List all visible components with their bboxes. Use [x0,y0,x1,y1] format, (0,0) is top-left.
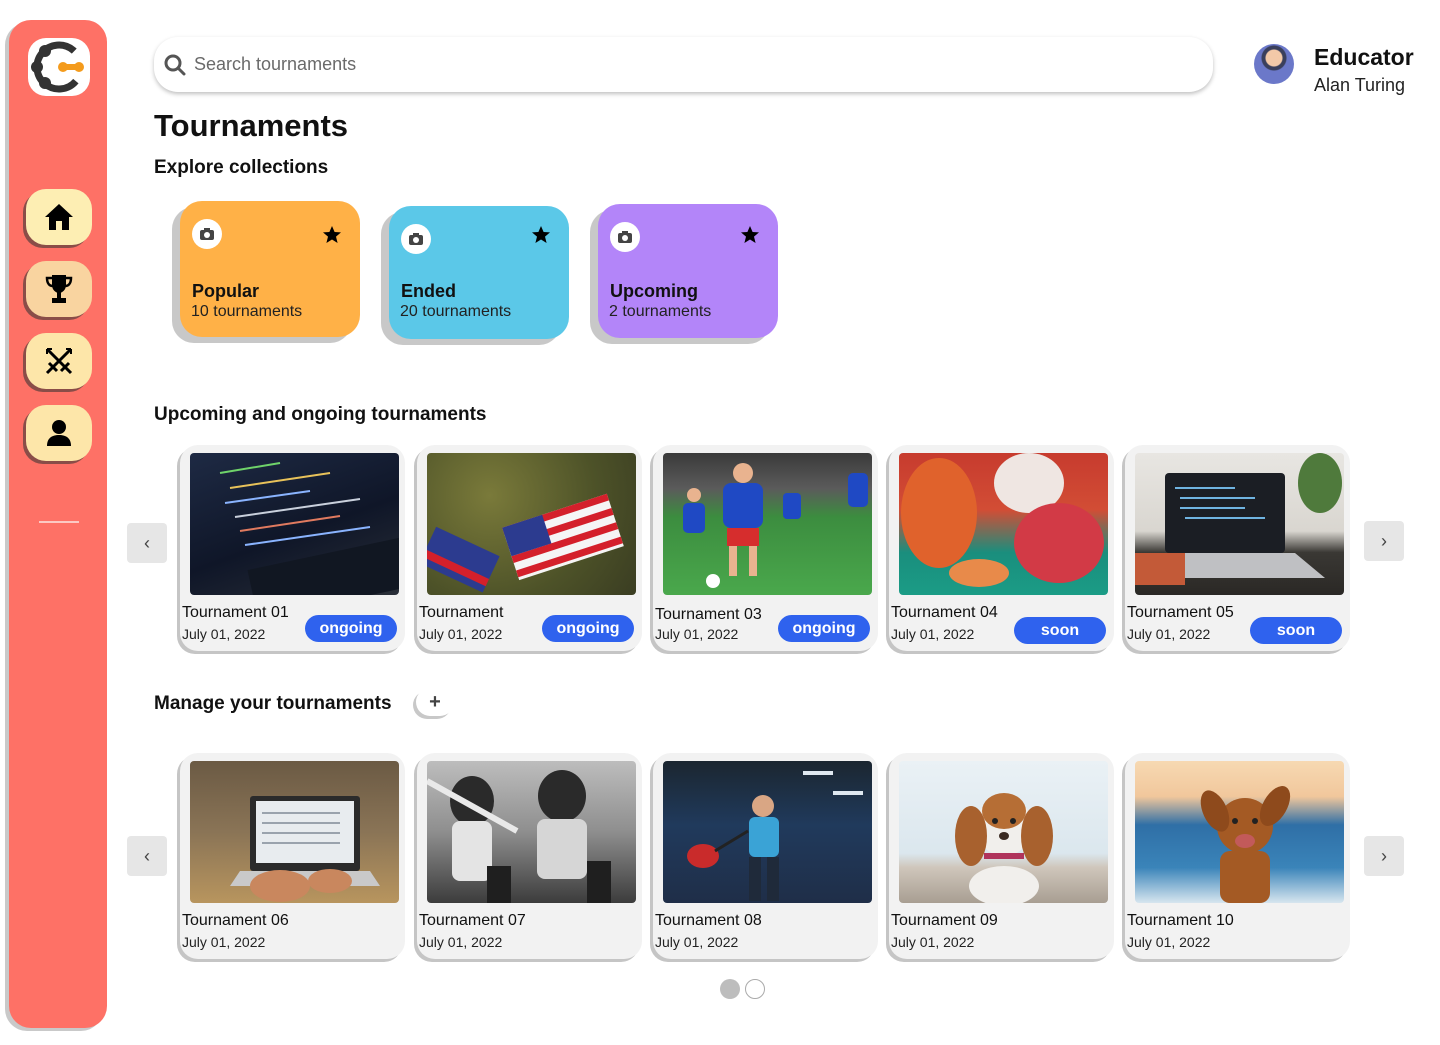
collection-card-popular[interactable]: Popular 10 tournaments [180,201,360,337]
tournament-card[interactable]: Tournament July 01, 2022 ongoing [417,445,642,651]
trophy-icon [45,275,73,303]
chevron-left-icon: ‹ [144,532,150,553]
tournament-name: Tournament 10 [1127,912,1234,929]
sidebar-item-profile[interactable] [26,405,92,461]
tournament-card[interactable]: Tournament 03 July 01, 2022 ongoing [653,445,878,651]
tournament-name: Tournament [419,604,504,621]
tournament-card[interactable]: Tournament 04 July 01, 2022 soon [889,445,1114,651]
app-logo-icon [31,41,85,93]
tournament-image [899,761,1108,903]
manage-heading: Manage your tournaments [154,693,392,714]
crossed-swords-icon [45,347,73,375]
tournament-card[interactable]: Tournament 07 July 01, 2022 [417,753,642,959]
tournament-date: July 01, 2022 [891,626,975,642]
tournament-name: Tournament 09 [891,912,998,929]
collection-count: 20 tournaments [400,303,512,320]
tournament-image [427,453,636,595]
tournament-image [190,761,399,903]
chevron-right-icon: › [1381,845,1387,866]
add-tournament-button[interactable]: + [416,688,454,716]
sidebar [9,20,107,1028]
collection-count: 2 tournaments [609,303,712,320]
tournament-card[interactable]: Tournament 08 July 01, 2022 [653,753,878,959]
tournament-date: July 01, 2022 [1127,934,1211,950]
user-icon [47,420,71,446]
status-badge[interactable]: soon [1250,617,1342,644]
search-bar [154,37,1213,92]
tournament-card[interactable]: Tournament 05 July 01, 2022 soon [1125,445,1350,651]
status-badge[interactable]: ongoing [778,615,870,642]
tournament-card[interactable]: Tournament 01 July 01, 2022 ongoing [180,445,405,651]
app-logo[interactable] [28,38,90,96]
star-icon[interactable] [322,225,342,245]
tournament-name: Tournament 04 [891,604,998,621]
collections-heading: Explore collections [154,157,329,178]
camera-icon[interactable] [192,219,222,249]
tournament-image [427,761,636,903]
tournament-name: Tournament 08 [655,912,762,929]
tournament-name: Tournament 05 [1127,604,1234,621]
tournament-date: July 01, 2022 [182,934,266,950]
home-icon [45,204,73,230]
tournament-name: Tournament 06 [182,912,289,929]
avatar[interactable] [1254,44,1294,84]
tournament-image [899,453,1108,595]
tournament-card[interactable]: Tournament 09 July 01, 2022 [889,753,1114,959]
search-icon [164,54,186,75]
pagination-dot-2[interactable] [745,979,765,999]
tournament-image [1135,761,1344,903]
tournament-date: July 01, 2022 [655,934,739,950]
sidebar-item-battle[interactable] [26,333,92,389]
tournament-date: July 01, 2022 [182,626,266,642]
status-badge[interactable]: ongoing [542,615,634,642]
carousel-next-button[interactable]: › [1364,521,1404,561]
status-badge[interactable]: soon [1014,617,1106,644]
collection-card-upcoming[interactable]: Upcoming 2 tournaments [598,204,778,338]
sidebar-item-home[interactable] [26,189,92,245]
tournament-date: July 01, 2022 [1127,626,1211,642]
tournament-card[interactable]: Tournament 10 July 01, 2022 [1125,753,1350,959]
camera-icon[interactable] [610,222,640,252]
tournament-image [663,761,872,903]
tournament-name: Tournament 03 [655,606,762,623]
collection-card-ended[interactable]: Ended 20 tournaments [389,206,569,339]
star-icon[interactable] [740,225,760,245]
chevron-right-icon: › [1381,530,1387,551]
user-role: Educator [1314,44,1414,70]
tournament-image [1135,453,1344,595]
collection-name: Popular [192,281,260,301]
collection-count: 10 tournaments [191,303,303,320]
carousel-prev-button[interactable]: ‹ [127,836,167,876]
plus-icon: + [429,690,441,713]
camera-icon[interactable] [401,224,431,254]
tournament-image [663,453,872,595]
page-title: Tournaments [154,108,349,143]
tournament-date: July 01, 2022 [891,934,975,950]
upcoming-heading: Upcoming and ongoing tournaments [154,404,487,425]
carousel-prev-button[interactable]: ‹ [127,523,167,563]
sidebar-item-tournaments[interactable] [26,261,92,317]
sidebar-divider [39,521,79,523]
star-icon[interactable] [531,225,551,245]
tournament-date: July 01, 2022 [655,626,739,642]
pagination-dot-1[interactable] [720,979,740,999]
tournament-date: July 01, 2022 [419,626,503,642]
status-badge[interactable]: ongoing [305,615,397,642]
chevron-left-icon: ‹ [144,845,150,866]
tournament-image [190,453,399,595]
user-name: Alan Turing [1314,75,1406,95]
collection-name: Upcoming [610,281,698,301]
collection-name: Ended [401,281,457,301]
tournament-name: Tournament 07 [419,912,526,929]
carousel-next-button[interactable]: › [1364,836,1404,876]
tournament-card[interactable]: Tournament 06 July 01, 2022 [180,753,405,959]
tournament-date: July 01, 2022 [419,934,503,950]
search-input[interactable] [194,54,1154,75]
tournament-name: Tournament 01 [182,604,289,621]
